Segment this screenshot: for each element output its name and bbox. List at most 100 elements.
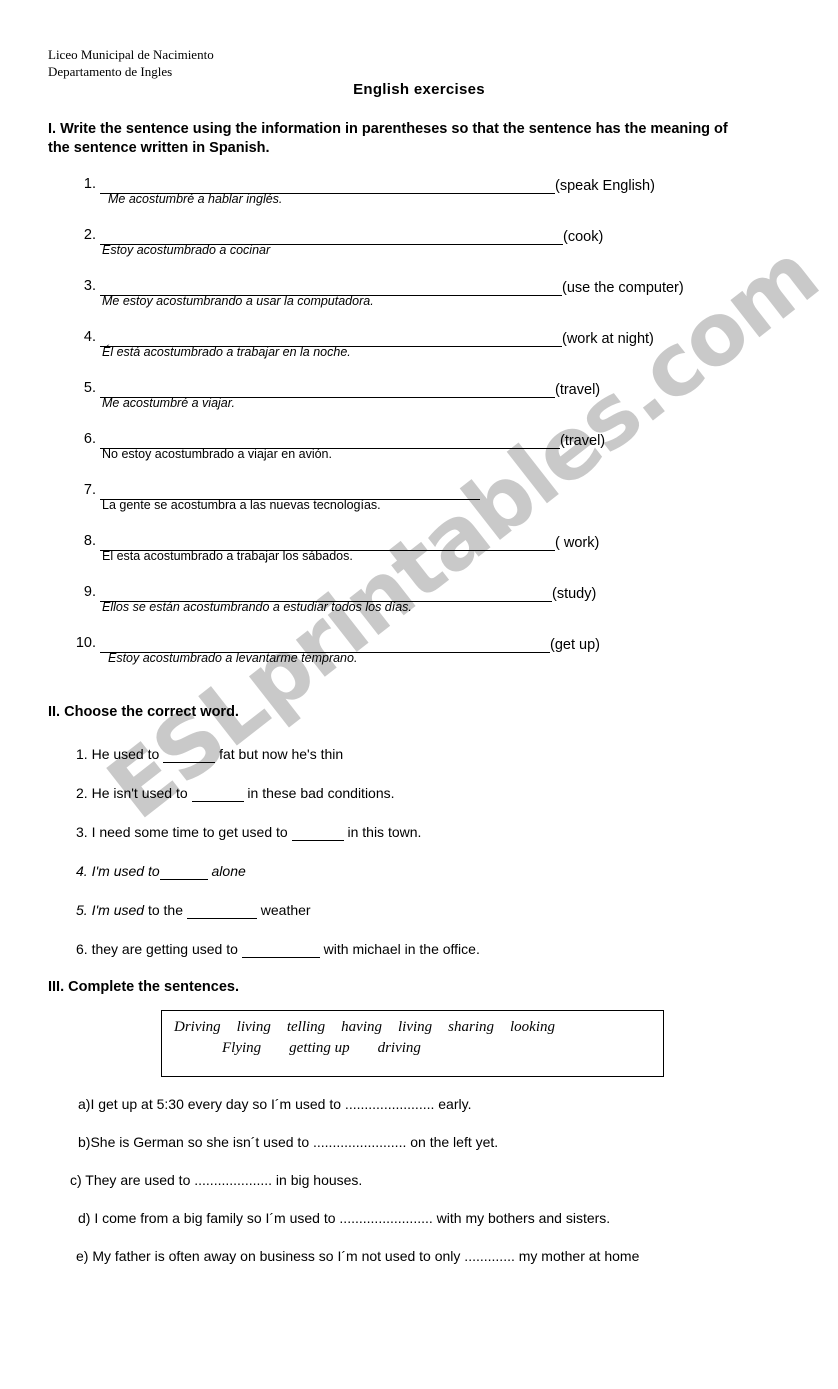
exercise-item: 1. (speak English) Me acostumbré a hablar …: [0, 176, 838, 227]
choose-word-item: 3. I need some time to get used to in th…: [76, 824, 838, 863]
exercise-number: 8.: [83, 533, 96, 549]
choose-word-item: 6. they are getting used to with michael…: [76, 941, 838, 980]
choose-word-item: 5. I'm used to the weather: [76, 902, 838, 941]
exercise-item: 5. (travel) Me acostumbré a viajar.: [0, 380, 838, 431]
word-bank-word: Flying: [222, 1040, 262, 1056]
exercise-number: 9.: [83, 584, 96, 600]
exercise-number: 5.: [83, 380, 96, 396]
item-text-before-blank: I'm used: [87, 902, 145, 918]
exercise-hint: ( work): [555, 535, 600, 551]
exercise-number: 3.: [83, 278, 96, 294]
word-bank-word: living: [236, 1019, 271, 1035]
exercise-number: 4.: [83, 329, 96, 345]
item-text-after-blank: in these bad conditions.: [243, 785, 395, 801]
exercise-number: 7.: [83, 482, 96, 498]
word-bank-word: driving: [377, 1040, 421, 1056]
exercise-item: 6. (travel) No estoy acostumbrado a viaja…: [0, 431, 838, 482]
section-3-items: a)I get up at 5:30 every day so I´m used…: [0, 1095, 838, 1293]
exercise-number: 6.: [83, 431, 96, 447]
item-text: a)I get up at 5:30 every day so I´m used…: [78, 1096, 472, 1112]
exercise-hint: (travel): [560, 433, 606, 449]
item-number: 1.: [76, 746, 88, 762]
section-1-heading: I. Write the sentence using the informat…: [48, 121, 728, 156]
word-bank-word: telling: [286, 1019, 326, 1035]
item-text: b)She is German so she isn´t used to ...…: [78, 1134, 499, 1150]
item-text-middle: to the: [144, 902, 187, 918]
answer-blank-line[interactable]: [291, 828, 344, 841]
choose-word-item: 2. He isn't used to in these bad conditi…: [76, 785, 838, 824]
choose-word-item: 4. I'm used to alone: [76, 863, 838, 902]
exercise-hint: (speak English): [555, 178, 655, 194]
exercise-number: 2.: [83, 227, 96, 243]
spanish-prompt: La gente se acostumbra a las nuevas tecn…: [102, 498, 381, 512]
worksheet-page: ESLprintables.com Liceo Municipal de Nac…: [0, 0, 838, 1389]
exercise-item: 8. ( work) El esta acostumbrado a trabaja…: [0, 533, 838, 584]
spanish-prompt: Me estoy acostumbrando a usar la computa…: [102, 294, 374, 308]
exercise-number: 10.: [75, 635, 96, 651]
answer-blank-line[interactable]: [191, 789, 244, 802]
school-name: Liceo Municipal de Nacimiento: [48, 47, 214, 62]
complete-sentence-item: d) I come from a big family so I´m used …: [78, 1209, 808, 1247]
exercise-item: 10. (get up) Estoy acostumbrado a levanta…: [0, 635, 838, 686]
spanish-prompt: Estoy acostumbrado a levantarme temprano…: [108, 651, 358, 665]
exercise-item: 7. La gente se acostumbra a las nuevas te…: [0, 482, 838, 533]
item-text-after-blank: in this town.: [343, 824, 422, 840]
item-text-after-blank: with michael in the office.: [319, 941, 480, 957]
item-text-after-blank: alone: [207, 863, 246, 879]
complete-sentence-item: e) My father is often away on business s…: [48, 1247, 748, 1293]
answer-blank-line[interactable]: [159, 867, 208, 880]
answer-blank-line[interactable]: [241, 945, 320, 958]
word-bank-word: living: [398, 1019, 433, 1035]
exercise-hint: (work at night): [562, 331, 654, 347]
word-bank-word: Driving: [174, 1019, 221, 1035]
complete-sentence-item: c) They are used to ....................…: [70, 1171, 790, 1209]
item-text-after-blank: fat but now he's thin: [215, 746, 344, 762]
exercise-item: 2. (cook) Estoy acostumbrado a cocinar: [0, 227, 838, 278]
exercise-hint: (cook): [563, 229, 604, 245]
section-2-heading: II. Choose the correct word.: [48, 704, 239, 720]
section-3-heading: III. Complete the sentences.: [48, 979, 239, 995]
spanish-prompt: Ellos se están acostumbrando a estudiar …: [102, 600, 412, 614]
exercise-item: 4. (work at night) Él está acostumbrado a …: [0, 329, 838, 380]
exercise-hint: (use the computer): [562, 280, 684, 296]
answer-blank-line[interactable]: [163, 750, 216, 763]
item-text-after-blank: weather: [256, 902, 311, 918]
item-number: 2.: [76, 785, 88, 801]
word-bank-word: looking: [510, 1019, 556, 1035]
section-2-items: 1. He used to fat but now he's thin 2. He…: [0, 746, 838, 980]
section-1-items: 1. (speak English) Me acostumbré a hablar …: [0, 176, 838, 686]
spanish-prompt: El esta acostumbrado a trabajar los sába…: [102, 549, 353, 563]
item-text-before-blank: they are getting used to: [87, 941, 242, 957]
exercise-hint: (get up): [550, 637, 600, 653]
spanish-prompt: Me acostumbré a viajar.: [102, 396, 235, 410]
answer-blank-line[interactable]: [186, 906, 257, 919]
school-header: Liceo Municipal de Nacimiento Departamen…: [48, 46, 214, 80]
department-name: Departamento de Ingles: [48, 64, 173, 79]
spanish-prompt: Él está acostumbrado a trabajar en la no…: [102, 345, 351, 359]
spanish-prompt: Estoy acostumbrado a cocinar: [102, 243, 271, 257]
item-text-before-blank: I'm used to: [87, 863, 160, 879]
item-text-before-blank: I need some time to get used to: [87, 824, 292, 840]
item-text-before-blank: He used to: [87, 746, 164, 762]
page-title: English exercises: [353, 81, 485, 98]
item-text: d) I come from a big family so I´m used …: [78, 1210, 611, 1226]
exercise-number: 1.: [83, 176, 96, 192]
word-bank-word: sharing: [448, 1019, 495, 1035]
choose-word-item: 1. He used to fat but now he's thin: [76, 746, 838, 785]
word-bank-row-1: Driving living telling having living sharing l…: [174, 1019, 571, 1036]
item-number: 4.: [76, 863, 88, 879]
item-number: 5.: [76, 902, 88, 918]
word-bank-word: getting up: [289, 1040, 350, 1056]
complete-sentence-item: b)She is German so she isn´t used to ...…: [78, 1133, 798, 1171]
item-text: e) My father is often away on business s…: [76, 1248, 640, 1264]
exercise-hint: (study): [552, 586, 597, 602]
item-text: c) They are used to ....................…: [70, 1172, 363, 1188]
spanish-prompt: No estoy acostumbrado a viajar en avión.: [102, 447, 332, 461]
complete-sentence-item: a)I get up at 5:30 every day so I´m used…: [78, 1095, 798, 1133]
word-bank-row-2: Flying getting up driving: [222, 1040, 449, 1057]
exercise-hint: (travel): [555, 382, 601, 398]
item-number: 3.: [76, 824, 88, 840]
item-number: 6.: [76, 941, 88, 957]
word-bank-word: having: [341, 1019, 382, 1035]
exercise-item: 3. (use the computer) Me estoy acostumbra…: [0, 278, 838, 329]
